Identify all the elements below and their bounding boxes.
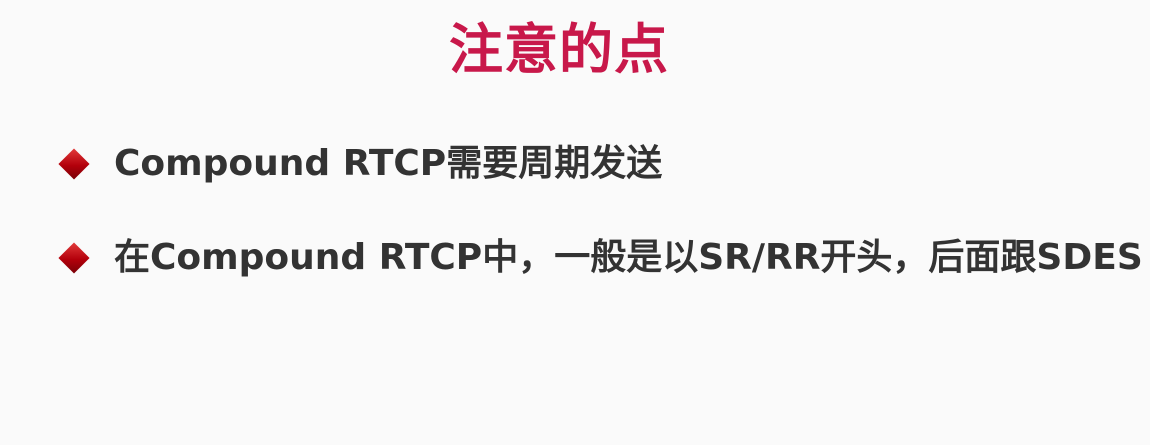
slide-title: 注意的点 bbox=[449, 18, 669, 81]
list-item: 在Compound RTCP中，一般是以SR/RR开头，后面跟SDES bbox=[58, 232, 1143, 284]
diamond-bullet-icon bbox=[58, 242, 90, 274]
slide: 注意的点 Compound RTCP需要周期发送 在Compound RTCP中… bbox=[0, 0, 1150, 445]
bullet-text: Compound RTCP需要周期发送 bbox=[114, 143, 663, 184]
list-item: Compound RTCP需要周期发送 bbox=[58, 138, 1143, 190]
bullet-list: Compound RTCP需要周期发送 在Compound RTCP中，一般是以… bbox=[58, 138, 1143, 326]
bullet-text: 在Compound RTCP中，一般是以SR/RR开头，后面跟SDES bbox=[114, 237, 1143, 278]
diamond-bullet-icon bbox=[58, 148, 90, 180]
